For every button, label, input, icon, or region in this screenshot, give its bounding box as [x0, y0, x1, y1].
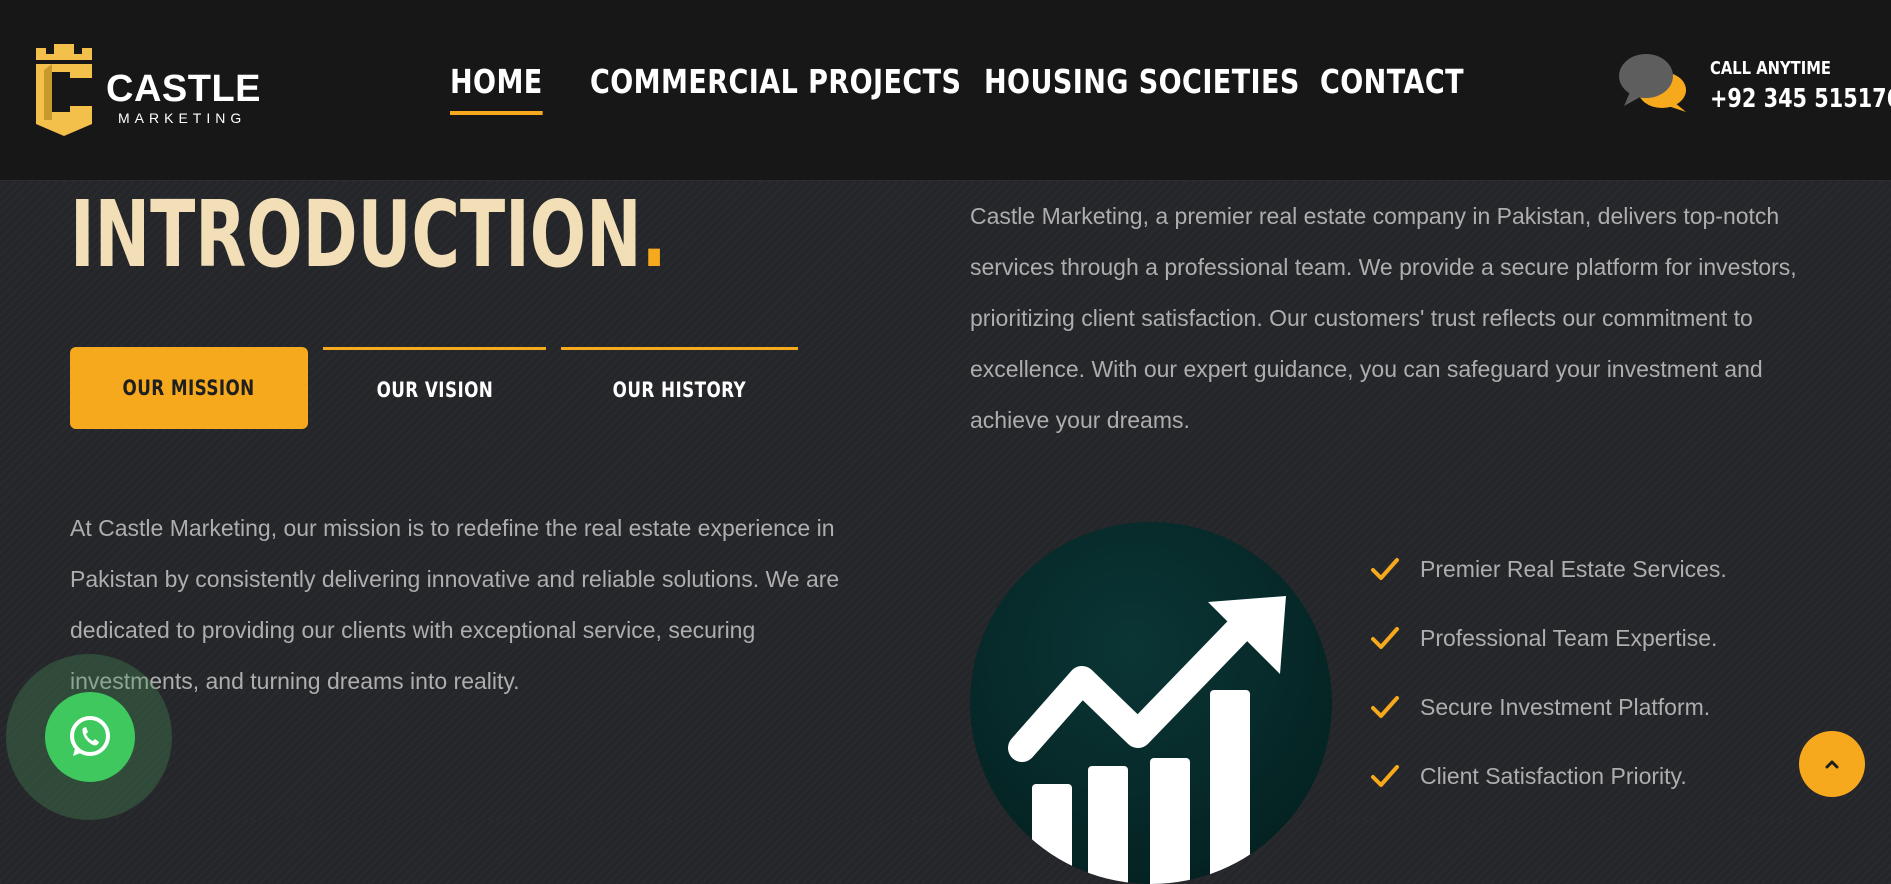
call-number[interactable]: +92 345 5151765 [1710, 84, 1891, 114]
feature-label: Professional Team Expertise. [1420, 624, 1718, 651]
check-icon [1371, 558, 1399, 580]
check-icon [1371, 765, 1399, 787]
feature-item: Professional Team Expertise. [1370, 618, 1717, 658]
check-icon [1371, 627, 1399, 649]
brand-tagline: MARKETING [118, 110, 247, 126]
nav-home[interactable]: HOME [450, 62, 543, 115]
tab-label: OUR VISION [376, 377, 493, 402]
page-title-text: INTRODUCTION [70, 181, 642, 288]
tab-our-mission[interactable]: OUR MISSION [70, 347, 308, 429]
mission-text: At Castle Marketing, our mission is to r… [70, 515, 840, 694]
back-to-top-button[interactable] [1799, 731, 1865, 797]
title-dot: . [641, 181, 667, 288]
chat-bubbles-icon [1619, 54, 1686, 112]
feature-item: Client Satisfaction Priority. [1370, 756, 1687, 796]
intro-text: Castle Marketing, a premier real estate … [970, 203, 1797, 433]
tab-our-vision[interactable]: OUR VISION [323, 347, 546, 429]
nav-commercial-projects[interactable]: COMMERCIAL PROJECTS [590, 62, 961, 101]
whatsapp-icon [70, 716, 110, 756]
growth-illustration [970, 522, 1332, 884]
castle-tower-icon [36, 44, 92, 136]
brand-logo[interactable]: CASTLE MARKETING [30, 44, 261, 140]
growth-chart-icon [1008, 596, 1286, 884]
feature-item: Premier Real Estate Services. [1370, 549, 1727, 589]
page-title: INTRODUCTION. [70, 180, 667, 290]
tab-label: OUR MISSION [122, 376, 256, 400]
nav-housing-societies[interactable]: HOUSING SOCIETIES [984, 62, 1300, 101]
nav-contact[interactable]: CONTACT [1320, 62, 1464, 101]
feature-label: Client Satisfaction Priority. [1420, 762, 1687, 789]
whatsapp-button[interactable] [45, 692, 135, 782]
check-icon [1371, 696, 1399, 718]
feature-label: Premier Real Estate Services. [1420, 555, 1727, 582]
feature-label: Secure Investment Platform. [1420, 693, 1711, 720]
brand-name: CASTLE [106, 68, 261, 110]
call-label: CALL ANYTIME [1710, 58, 1832, 79]
tab-our-history[interactable]: OUR HISTORY [561, 347, 798, 429]
tab-label: OUR HISTORY [612, 377, 747, 402]
feature-item: Secure Investment Platform. [1370, 687, 1710, 727]
site-header: CASTLE MARKETING HOME COMMERCIAL PROJECT… [0, 0, 1891, 181]
chevron-up-icon [1825, 760, 1839, 769]
